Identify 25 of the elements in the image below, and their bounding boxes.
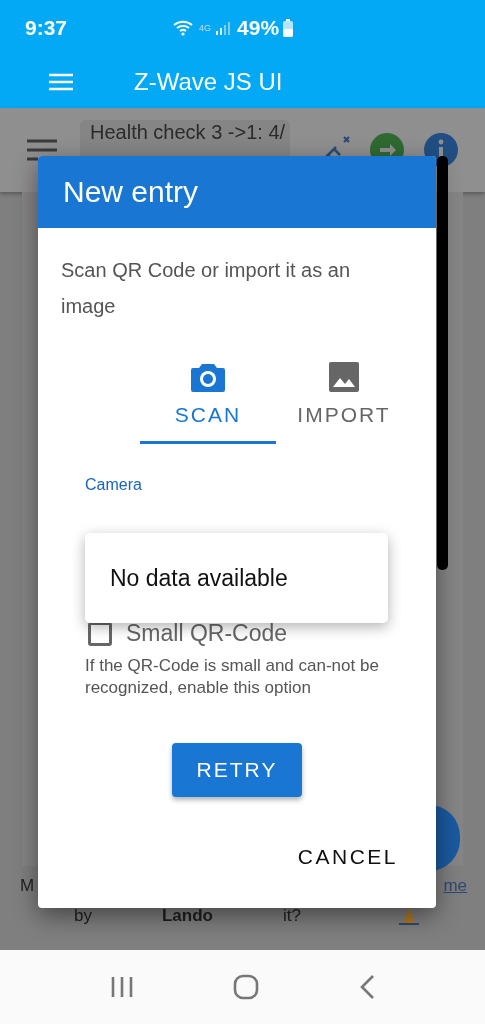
tab[interactable]: IMPORT [276,364,412,444]
back-icon[interactable] [359,974,376,1000]
battery-percent: 49% [237,15,280,40]
footer-text: by [74,906,92,926]
home-icon[interactable] [233,974,260,1000]
cancel-button[interactable]: CANCEL [295,839,400,875]
field-label: Camera [85,476,142,493]
app-title: Z-Wave JS UI [134,67,283,96]
footer-text: Lando [161,906,213,926]
menu-item[interactable]: No data available [85,564,288,592]
clock-time: 9:37 [25,15,68,40]
scrollbar[interactable] [437,156,448,570]
camera-icon[interactable] [190,361,226,393]
image-icon[interactable] [328,361,360,393]
hint-text: If the QR-Code is small and can-not be recognized, enable this option [85,655,380,699]
checkbox-label: Small QR-Code [126,620,288,647]
network-type: 4G [199,22,212,33]
menu-icon[interactable] [48,71,74,92]
recent-apps-icon[interactable] [109,975,134,999]
footer-text: M [20,876,35,896]
battery-icon [283,18,294,37]
retry-button[interactable]: RETRY [172,743,302,797]
tab[interactable]: SCAN [140,364,276,444]
footer-text: it? [282,906,301,926]
dialog-description: Scan QR Code or import it as an image [61,258,351,319]
